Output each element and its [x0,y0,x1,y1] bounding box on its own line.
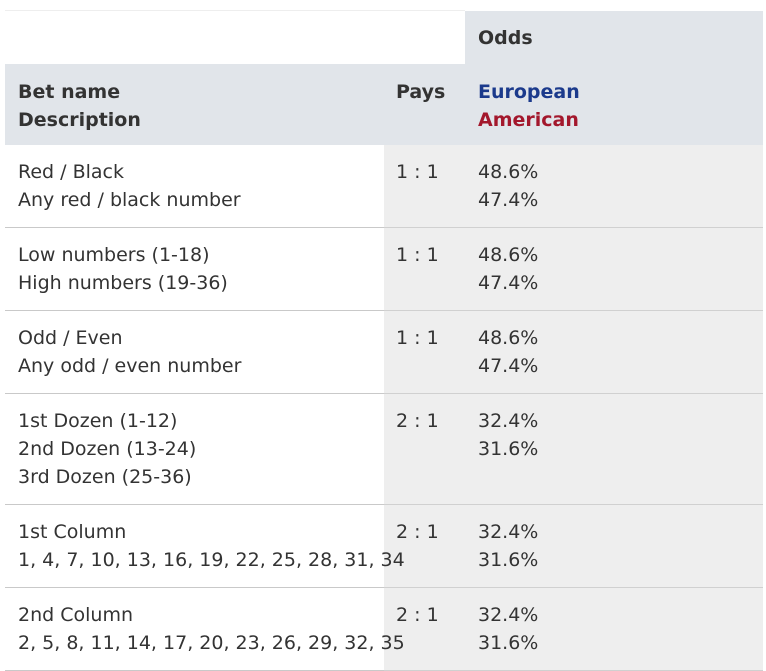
american-header-label: American [478,109,579,131]
bet-name-cell: Odd / Even Any odd / even number [5,310,384,394]
european-odds: 32.4% [478,604,539,626]
odds-cell: 32.4% 31.6% [465,504,763,588]
pays-cell: 1 : 1 [384,145,465,228]
table-row: Odd / Even Any odd / even number 1 : 1 4… [5,310,763,394]
european-odds: 48.6% [478,327,539,349]
european-odds: 48.6% [478,244,539,266]
table-row: 2nd Column 2, 5, 8, 11, 14, 17, 20, 23, … [5,587,763,671]
american-odds: 47.4% [478,272,539,294]
pays-header: Pays [384,64,465,145]
bet-name-cell: 2nd Column 2, 5, 8, 11, 14, 17, 20, 23, … [5,587,405,671]
bet-name-cell: 1st Column 1, 4, 7, 10, 13, 16, 19, 22, … [5,504,405,588]
bet-name: 2nd Column [18,604,133,626]
pays-cell: 1 : 1 [384,227,465,311]
odds-cell: 32.4% 31.6% [465,393,763,505]
american-odds: 47.4% [478,189,539,211]
odds-cell: 32.4% 31.6% [465,587,763,671]
european-odds: 48.6% [478,161,539,183]
bet-description: 1, 4, 7, 10, 13, 16, 19, 22, 25, 28, 31,… [18,549,405,571]
bet-name-header: Bet name Description [5,64,384,145]
odds-cell: 48.6% 47.4% [465,310,763,394]
odds-header: European American [465,64,763,145]
odds-cell: 48.6% 47.4% [465,227,763,311]
american-odds: 31.6% [478,632,539,654]
bet-description: Any red / black number [18,189,241,211]
pays-cell: 2 : 1 [384,504,465,588]
bet-name-header-label: Bet name [18,81,121,103]
american-odds: 47.4% [478,355,539,377]
description-header-label: Description [18,109,141,131]
table-row: 1st Column 1, 4, 7, 10, 13, 16, 19, 22, … [5,504,763,588]
european-odds: 32.4% [478,521,539,543]
bet-description: High numbers (19-36) [18,272,228,294]
american-odds: 31.6% [478,549,539,571]
pays-cell: 2 : 1 [384,587,465,671]
table-row: 1st Dozen (1-12) 2nd Dozen (13-24) 3rd D… [5,393,763,505]
bet-description: 2, 5, 8, 11, 14, 17, 20, 23, 26, 29, 32,… [18,632,405,654]
bet-name: 1st Dozen (1-12) [18,410,178,432]
odds-cell: 48.6% 47.4% [465,145,763,228]
bet-name-cell: Red / Black Any red / black number [5,145,384,228]
blank-header-cell [5,10,465,64]
bet-name: 3rd Dozen (25-36) [18,466,192,488]
column-header-row: Bet name Description Pays European Ameri… [5,64,763,145]
bet-name-cell: 1st Dozen (1-12) 2nd Dozen (13-24) 3rd D… [5,393,384,505]
european-header-label: European [478,81,580,103]
bet-name: Red / Black [18,161,124,183]
pays-cell: 1 : 1 [384,310,465,394]
bet-name-cell: Low numbers (1-18) High numbers (19-36) [5,227,384,311]
bet-description: Any odd / even number [18,355,242,377]
bet-name: Low numbers (1-18) [18,244,210,266]
european-odds: 32.4% [478,410,539,432]
roulette-odds-table: Odds Bet name Description Pays European … [5,10,763,671]
bet-name: Odd / Even [18,327,123,349]
bet-name: 1st Column [18,521,127,543]
pays-cell: 2 : 1 [384,393,465,505]
american-odds: 31.6% [478,438,539,460]
table-row: Low numbers (1-18) High numbers (19-36) … [5,227,763,311]
odds-group-header-row: Odds [5,10,763,64]
bet-name: 2nd Dozen (13-24) [18,438,197,460]
table-row: Red / Black Any red / black number 1 : 1… [5,145,763,228]
odds-group-title: Odds [465,10,763,64]
